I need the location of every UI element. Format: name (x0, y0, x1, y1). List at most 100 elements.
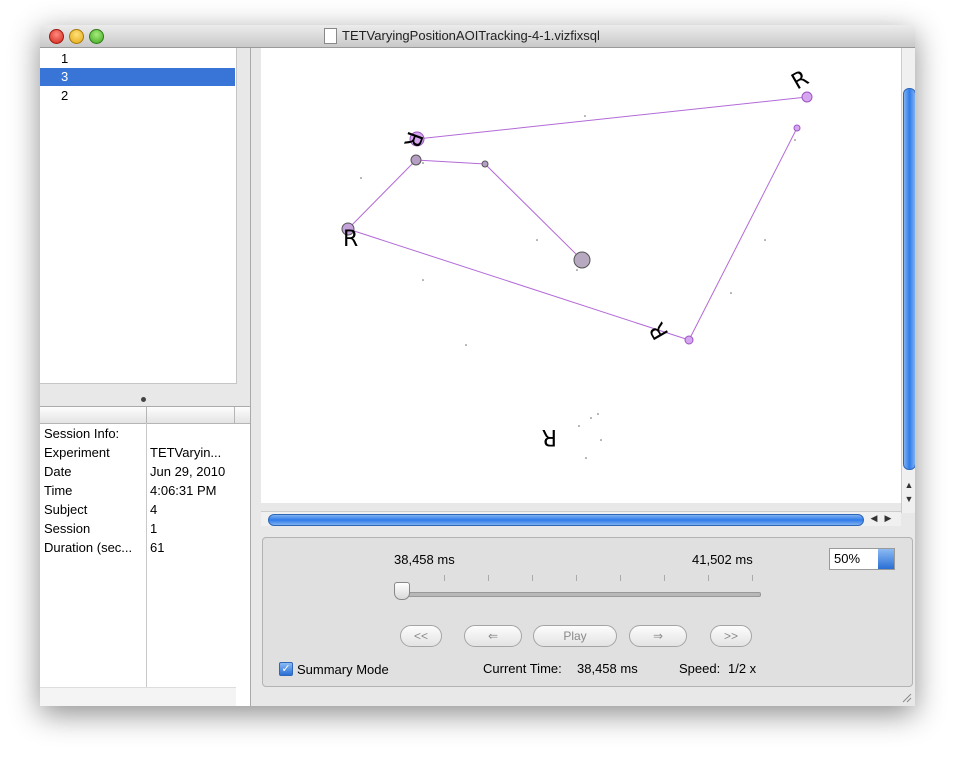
slider-tick (576, 575, 577, 581)
table-row: Session Info: (40, 424, 240, 443)
table-row: Date Jun 29, 2010 (40, 462, 240, 481)
fixations (341, 91, 813, 345)
table-header[interactable] (40, 407, 250, 424)
info-key: Duration (sec... (44, 540, 133, 555)
session-list-item-3[interactable]: 3 (40, 68, 235, 86)
fixation-point (793, 124, 801, 132)
saccade-line (484, 163, 583, 261)
saccade-line (415, 159, 486, 165)
speed-label: Speed: (679, 661, 721, 676)
fixation-point (410, 154, 422, 166)
gaze-visualization-canvas[interactable]: R R R R R (261, 48, 901, 503)
document-icon (324, 28, 337, 44)
gaze-sample (730, 292, 732, 294)
current-time-value: 38,458 ms (577, 661, 638, 676)
zoom-select[interactable]: 50% (829, 548, 895, 570)
scroll-up-arrow-icon[interactable]: ▲ (903, 480, 915, 490)
start-time-label: 38,458 ms (394, 552, 455, 567)
info-value: Jun 29, 2010 (150, 464, 226, 479)
column-divider[interactable] (234, 407, 235, 423)
zoom-value: 50% (834, 551, 861, 566)
slider-tick (488, 575, 489, 581)
session-list[interactable]: 1 3 2 (40, 48, 237, 384)
fixation-point (801, 91, 813, 103)
fixation-point (573, 251, 591, 269)
playback-controls: 38,458 ms 41,502 ms 50% << ⇐ Play ⇒ >> ✓… (262, 537, 913, 687)
slider-tick (664, 575, 665, 581)
minimize-window-button[interactable] (69, 29, 84, 44)
gaze-samples (360, 115, 796, 459)
play-button[interactable]: Play (533, 625, 617, 647)
info-key: Session Info: (44, 426, 120, 441)
split-pane-handle[interactable] (141, 397, 146, 402)
aoi-letter: R (645, 318, 674, 344)
gaze-sample (422, 279, 424, 281)
title-bar: TETVaryingPositionAOITracking-4-1.vizfix… (40, 25, 915, 48)
time-slider-track[interactable] (400, 592, 761, 597)
slider-tick (444, 575, 445, 581)
vertical-scrollbar[interactable]: ▲ ▼ (901, 48, 915, 513)
saccade-line (347, 159, 417, 230)
gaze-sample (584, 115, 586, 117)
summary-mode-checkbox[interactable]: ✓ (279, 662, 293, 676)
left-pane: 1 3 2 Session Info: Experiment TETVaryin (40, 48, 251, 706)
zoom-window-button[interactable] (89, 29, 104, 44)
gaze-sample (597, 413, 599, 415)
table-row: Experiment TETVaryin... (40, 443, 240, 462)
session-list-item-label: 2 (61, 88, 69, 103)
last-frame-button[interactable]: >> (710, 625, 752, 647)
gaze-sample (600, 439, 602, 441)
aoi-letter: R (788, 66, 814, 95)
previous-frame-button[interactable]: ⇐ (464, 625, 522, 647)
scroll-down-arrow-icon[interactable]: ▼ (903, 494, 915, 504)
scroll-right-arrow-icon[interactable]: ▶ (882, 513, 894, 524)
slider-tick (620, 575, 621, 581)
gaze-sample (536, 239, 538, 241)
session-list-item-label: 3 (61, 69, 69, 84)
table-row: Subject 4 (40, 500, 240, 519)
window-title: TETVaryingPositionAOITracking-4-1.vizfix… (342, 28, 600, 43)
gaze-sample (576, 269, 578, 271)
gaze-sample (465, 344, 467, 346)
saccade-line (347, 228, 690, 341)
scanpath-plot: R R R R R (341, 66, 814, 459)
resize-grip-icon[interactable] (902, 693, 912, 703)
horizontal-scrollbar[interactable]: ◀ ▶ (261, 511, 901, 526)
speed-value: 1/2 x (728, 661, 757, 676)
gaze-sample (764, 239, 766, 241)
column-divider[interactable] (146, 407, 147, 423)
slider-tick (708, 575, 709, 581)
summary-mode-label[interactable]: Summary Mode (297, 662, 389, 677)
session-info-table: Session Info: Experiment TETVaryin... Da… (40, 406, 250, 706)
app-window: TETVaryingPositionAOITracking-4-1.vizfix… (40, 25, 915, 706)
fixation-point (481, 160, 489, 168)
aoi-letter: R (398, 128, 427, 151)
info-key: Time (44, 483, 73, 498)
info-key: Subject (44, 502, 88, 517)
fixation-point (684, 335, 694, 345)
current-time-label: Current Time: (483, 661, 562, 676)
gaze-sample (360, 177, 362, 179)
table-row: Time 4:06:31 PM (40, 481, 240, 500)
info-value: 1 (150, 521, 158, 536)
scroll-left-arrow-icon[interactable]: ◀ (868, 513, 880, 524)
aoi-letter: R (542, 424, 557, 449)
next-frame-button[interactable]: ⇒ (629, 625, 687, 647)
session-list-item-1[interactable]: 1 (40, 50, 235, 68)
info-value: 61 (150, 540, 165, 555)
table-footer (40, 687, 236, 706)
first-frame-button[interactable]: << (400, 625, 442, 647)
session-list-item-2[interactable]: 2 (40, 87, 235, 105)
info-value: TETVaryin... (150, 445, 222, 460)
time-slider-thumb[interactable] (394, 582, 410, 600)
horizontal-scroll-thumb[interactable] (268, 514, 864, 526)
vertical-scroll-thumb[interactable] (903, 88, 915, 470)
close-window-button[interactable] (49, 29, 64, 44)
info-key: Experiment (44, 445, 110, 460)
slider-tick (752, 575, 753, 581)
info-key: Session (44, 521, 91, 536)
table-row: Duration (sec... 61 (40, 538, 240, 557)
gaze-sample (590, 417, 592, 419)
info-key: Date (44, 464, 72, 479)
chevron-down-icon[interactable] (878, 549, 894, 569)
